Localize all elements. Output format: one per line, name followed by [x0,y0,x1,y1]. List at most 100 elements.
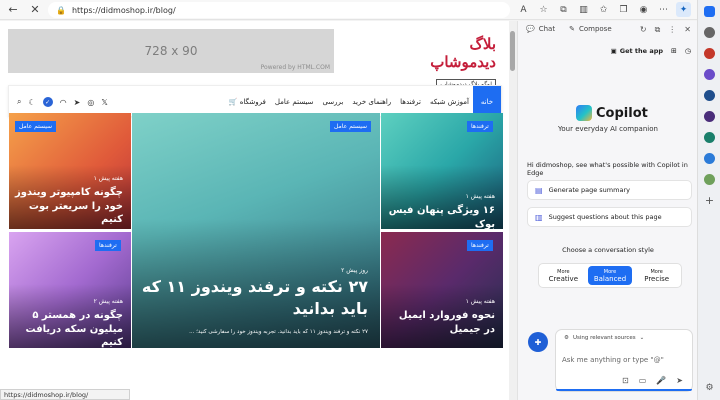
shield-icon[interactable]: ✓ [42,97,53,107]
x-icon[interactable]: 𝕏 [101,98,107,107]
style-creative-button[interactable]: More Creative [541,266,586,285]
sidebar-app-icon[interactable] [704,90,715,101]
category-badge[interactable]: سیستم عامل [15,121,57,132]
back-icon[interactable]: ← [4,1,22,19]
favorite-star-icon[interactable]: ☆ [536,2,551,17]
history-icon[interactable]: ◷ [685,47,691,55]
tab-compose[interactable]: ✎ Compose [569,25,612,33]
collections-icon[interactable]: ❐ [616,2,631,17]
sidebar-app-icon[interactable] [704,111,715,122]
sidebar-app-icon[interactable] [704,153,715,164]
open-in-tab-icon[interactable]: ⧉ [655,25,661,35]
post-card[interactable]: سیستم عامل ۱ هفته پیش چگونه کامپیوتر وین… [9,113,131,229]
post-date: ۲ هفته پیش [93,298,123,305]
copilot-tagline: Your everyday AI companion [558,125,658,133]
sidebar-app-icon[interactable] [704,27,715,38]
send-icon[interactable]: ➤ [676,376,683,385]
edge-sidebar: + ⚙ [697,0,720,400]
post-card[interactable]: ترفندها ۲ هفته پیش چگونه در همستر ۵ میلی… [9,232,131,348]
post-title[interactable]: ۲۷ نکته و ترفند ویندوز ۱۱ که باید بدانید [140,276,368,321]
sidebar-app-icon[interactable] [704,174,715,185]
browser-window: ← ✕ 🔒 https://didmoshop.ir/blog/ A ☆ ⧉ ▥… [0,0,720,400]
category-badge[interactable]: ترفندها [467,240,493,251]
site-logo[interactable]: بلاگ دیدموشاپ لوگو بلاگ دیدموشاپ [400,35,496,90]
nav-link-buying-guide[interactable]: راهنمای خرید [352,98,391,106]
favorites-icon[interactable]: ✩ [596,2,611,17]
instagram-icon[interactable]: ◎ [87,98,94,107]
new-topic-button[interactable]: ✚ [528,332,548,352]
more-icon[interactable]: ⋯ [656,2,671,17]
sources-dropdown[interactable]: ⚙ Using relevant sources ⌄ [564,335,644,341]
apps-grid-icon[interactable]: ⊞ [671,47,677,55]
new-topic-icon: ✚ [534,337,542,347]
copilot-title: Copilot [596,105,648,121]
style-balanced-button[interactable]: More Balanced [587,266,633,285]
nav-link-os[interactable]: سیستم عامل [275,98,314,106]
post-card[interactable]: ترفندها ۱ هفته پیش نحوه فوروارد ایمیل در… [381,232,503,348]
sidebar-app-icon[interactable] [704,48,715,59]
split-screen-icon[interactable]: ▥ [576,2,591,17]
settings-gear-icon[interactable]: ⚙ [704,383,715,394]
app-icon: ▣ [610,47,617,55]
post-date: ۱ هفته پیش [93,175,123,182]
scroll-thumb[interactable] [510,31,515,71]
copilot-toolbar-icon[interactable]: ✦ [676,2,691,17]
sidebar-app-icon[interactable] [704,132,715,143]
chat-input-box[interactable]: ⚙ Using relevant sources ⌄ Ask me anythi… [555,329,693,392]
style-title: Choose a conversation style [562,246,654,254]
sidebar-app-icon[interactable] [704,69,715,80]
copilot-pane: 💬 Chat ✎ Compose ↻ ⧉ ⋮ ✕ ▣ Get the app ⊞ ◷ … [517,21,697,400]
address-bar: ← ✕ 🔒 https://didmoshop.ir/blog/ A ☆ ⧉ ▥… [0,0,720,20]
image-input-icon[interactable]: ⊡ [622,376,629,385]
ad-credit: Powered by HTML.COM [260,64,330,71]
nav-link-tricks[interactable]: ترفندها [400,98,421,106]
get-app-button[interactable]: ▣ Get the app [611,47,663,55]
microphone-icon[interactable]: 🎤 [656,376,666,385]
close-icon[interactable]: ✕ [684,25,691,35]
search-icon[interactable]: ⌕ [17,97,21,107]
suggestion-questions[interactable]: ▥ Suggest questions about this page [527,207,692,227]
read-aloud-icon[interactable]: A [516,2,531,17]
category-badge[interactable]: ترفندها [467,121,493,132]
post-title[interactable]: چگونه در همستر ۵ میلیون سکه دریافت کنیم [13,309,123,348]
telegram-icon[interactable]: ➤ [74,98,81,107]
post-date: ۱ هفته پیش [465,298,495,305]
copilot-logo: Copilot [576,105,648,121]
post-excerpt: ۲۷ نکته و ترفند ویندوز ۱۱ که باید بدانید… [189,329,368,335]
dark-mode-icon[interactable]: ☾ [28,98,35,107]
post-date: ۱ هفته پیش [465,193,495,200]
tab-chat[interactable]: 💬 Chat [526,25,555,33]
page-scrollbar[interactable] [509,21,517,400]
chat-icon: 💬 [526,25,535,33]
conversation-style-selector: More Creative More Balanced More Precise [538,263,682,288]
compose-icon: ✎ [569,25,575,33]
post-date: ۲ روز پیش [341,267,368,274]
suggestion-page-summary[interactable]: ▤ Generate page summary [527,180,692,200]
chat-input-placeholder[interactable]: Ask me anything or type "@" [562,356,664,364]
ad-banner[interactable]: 728 x 90 Powered by HTML.COM [8,29,334,73]
nav-link-review[interactable]: بررسی [322,98,343,106]
refresh-icon[interactable]: ✕ [26,1,44,19]
style-precise-button[interactable]: More Precise [634,266,679,285]
profile-icon[interactable]: ◉ [636,2,651,17]
post-title[interactable]: ۱۶ ویژگی پنهان فیس بوک [385,204,495,229]
copilot-intro: Hi didmoshop, see what's possible with C… [527,161,688,177]
rss-icon[interactable]: ◠ [60,98,67,107]
category-badge[interactable]: ترفندها [95,240,121,251]
category-badge[interactable]: سیستم عامل [330,121,372,132]
web-page: 728 x 90 Powered by HTML.COM بلاگ دیدموش… [0,21,513,400]
screenshot-icon[interactable]: ▭ [639,376,647,385]
more-icon[interactable]: ⋮ [668,25,676,35]
post-title[interactable]: چگونه کامپیوتر ویندوز خود را سریعتر بوت … [13,186,123,227]
post-card[interactable]: ترفندها ۱ هفته پیش ۱۶ ویژگی پنهان فیس بو… [381,113,503,229]
copilot-sidebar-icon[interactable] [704,6,715,17]
chevron-down-icon: ⌄ [639,335,645,341]
url-input[interactable]: 🔒 https://didmoshop.ir/blog/ [48,2,510,18]
featured-post-card[interactable]: سیستم عامل ۲ روز پیش ۲۷ نکته و ترفند وین… [132,113,380,348]
status-bar-url: https://didmoshop.ir/blog/ [0,389,130,400]
post-title[interactable]: نحوه فوروارد ایمیل در جیمیل [385,309,495,336]
refresh-icon[interactable]: ↻ [640,25,647,35]
extensions-icon[interactable]: ⧉ [556,2,571,17]
add-icon[interactable]: + [704,195,715,206]
nav-link-network[interactable]: آموزش شبکه [430,98,469,106]
